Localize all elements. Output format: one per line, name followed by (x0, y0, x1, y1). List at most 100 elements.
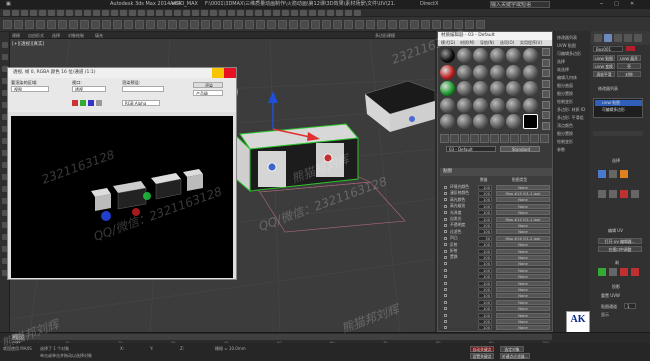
material-tool-icon[interactable] (540, 134, 549, 143)
material-slot[interactable] (522, 81, 538, 96)
edit-poly-btn[interactable]: UVW 展开 (617, 55, 641, 61)
material-tool-icon[interactable] (520, 134, 529, 143)
toolbar-icon[interactable] (47, 20, 56, 29)
toolbar-icon[interactable] (421, 20, 430, 29)
map-slot-button[interactable]: Map #14 (01-1.jpg) (496, 216, 550, 222)
map-slot-button[interactable]: None (496, 184, 550, 190)
menu-icon[interactable] (246, 10, 253, 16)
toolbar-icon[interactable] (432, 20, 441, 29)
ribbon-tab-object-paint[interactable]: 对象绘制 (68, 32, 84, 39)
area-dropdown[interactable]: 视图 (11, 86, 49, 92)
menu-icon[interactable] (345, 10, 352, 16)
stack-item-editpoly[interactable]: 可编辑多边形 (595, 107, 642, 113)
close-icon[interactable]: ✕ (630, 0, 634, 9)
map-enable-checkbox[interactable] (444, 281, 447, 285)
menu-icon[interactable] (192, 10, 199, 16)
material-slot[interactable] (506, 64, 521, 80)
material-slot[interactable] (489, 97, 505, 113)
modifier-rollout-label[interactable]: 细分置换 (557, 91, 587, 97)
map-slot-button[interactable]: None (496, 325, 550, 331)
modifier-rollout-label[interactable]: 编辑几何体 (557, 75, 587, 81)
material-name-field[interactable]: 03 - Default (446, 146, 496, 152)
menu-icon[interactable] (102, 10, 109, 16)
modifier-rollout-label[interactable]: 细分曲面 (557, 83, 587, 89)
material-slot[interactable] (456, 81, 472, 96)
map-slot-button[interactable]: None (496, 197, 550, 203)
map-slot-button[interactable]: None (496, 312, 550, 318)
mod-btn-6[interactable]: 对称 (617, 71, 641, 77)
menu-icon[interactable] (66, 10, 73, 16)
menu-icon[interactable] (57, 10, 64, 16)
section-peel[interactable]: 剥 (615, 260, 619, 266)
map-slot-button[interactable]: None (496, 210, 550, 216)
menu-icon[interactable] (84, 10, 91, 16)
menu-icon[interactable] (291, 10, 298, 16)
shrink-icon[interactable] (609, 190, 617, 198)
material-slot[interactable] (440, 64, 455, 80)
close-button[interactable] (224, 68, 236, 78)
map-enable-checkbox[interactable] (444, 243, 447, 247)
modify-tab-icon[interactable] (604, 34, 612, 42)
toolbar-icon[interactable] (399, 20, 408, 29)
sample-option-icon[interactable] (542, 111, 550, 119)
toolbar-icon[interactable] (223, 20, 232, 29)
menu-icon[interactable] (201, 10, 208, 16)
menu-icon[interactable] (48, 10, 55, 16)
toolbar-icon[interactable] (256, 20, 265, 29)
toolbar-icon[interactable] (14, 20, 23, 29)
menu-icon[interactable] (318, 10, 325, 16)
autokey-button[interactable]: 自动关键点 (470, 346, 494, 352)
loop-icon[interactable] (620, 190, 628, 198)
map-enable-checkbox[interactable] (444, 249, 447, 253)
ring-icon[interactable] (631, 190, 639, 198)
toolbar-icon[interactable] (168, 20, 177, 29)
menu-icon[interactable] (219, 10, 226, 16)
toolbar-icon[interactable] (366, 20, 375, 29)
menu-icon[interactable] (300, 10, 307, 16)
map-amount-spinner[interactable]: 100 (478, 248, 492, 254)
material-slot[interactable] (489, 81, 505, 96)
maximize-icon[interactable]: □ (614, 0, 619, 9)
toolbar-icon[interactable] (333, 20, 342, 29)
material-slot[interactable] (506, 97, 521, 113)
map-enable-checkbox[interactable] (444, 236, 447, 240)
reset-peel-icon[interactable] (620, 268, 628, 276)
material-slot[interactable] (489, 114, 505, 129)
toolbar-icon[interactable] (190, 20, 199, 29)
map-enable-checkbox[interactable] (444, 211, 447, 215)
toolbar-icon[interactable] (25, 20, 34, 29)
product-dropdown[interactable]: 产品级 (193, 90, 223, 96)
map-amount-spinner[interactable]: 100 (478, 267, 492, 273)
map-slot-button[interactable]: None (496, 261, 550, 267)
map-slot-button[interactable]: None (496, 203, 550, 209)
menu-icon[interactable] (75, 10, 82, 16)
material-slot[interactable] (506, 114, 521, 129)
material-slot[interactable] (456, 64, 472, 80)
toolbar-icon[interactable] (355, 20, 364, 29)
material-tool-icon[interactable] (460, 134, 469, 143)
material-slot[interactable] (473, 114, 488, 129)
map-slot-button[interactable]: None (496, 287, 550, 293)
sample-option-icon[interactable] (542, 79, 550, 88)
map-enable-checkbox[interactable] (444, 307, 447, 311)
object-color-swatch[interactable] (626, 46, 635, 51)
material-slot[interactable] (473, 81, 488, 96)
map-amount-spinner[interactable]: 100 (478, 242, 492, 248)
uvw-map-btn[interactable]: UVW 贴图 (593, 55, 615, 61)
map-slot-button[interactable]: None (496, 267, 550, 273)
reset-uvw-label[interactable]: 重置 UVW (601, 293, 620, 299)
section-select[interactable]: 选择 (612, 158, 620, 164)
map-enable-checkbox[interactable] (444, 319, 447, 323)
map-amount-spinner[interactable]: 100 (478, 293, 492, 299)
sample-option-icon[interactable] (542, 121, 550, 130)
map-slot-button[interactable]: None (496, 274, 550, 280)
material-slot[interactable] (506, 48, 521, 63)
sample-option-icon[interactable] (542, 100, 550, 109)
material-slot[interactable] (473, 64, 488, 80)
sample-option-icon[interactable] (542, 48, 550, 56)
menu-icon[interactable] (111, 10, 118, 16)
green-channel-icon[interactable] (80, 100, 86, 106)
channel-dropdown[interactable]: RGB Alpha (122, 100, 160, 106)
motion-tab-icon[interactable] (624, 34, 632, 42)
map-slot-button[interactable]: Map #16 (01-2.jpg) (496, 235, 550, 241)
